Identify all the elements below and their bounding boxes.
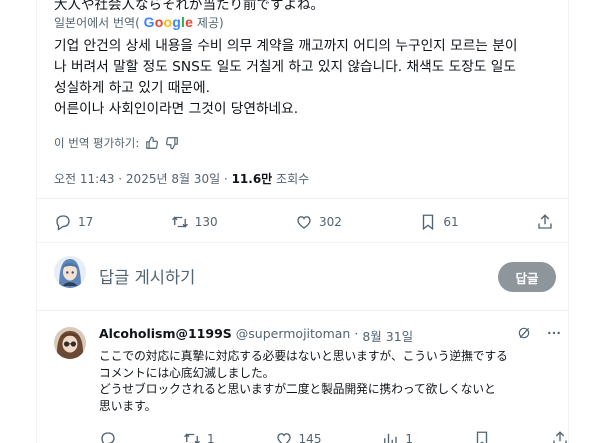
tweet-actions: 17 130 302 61 [54,213,554,231]
like-action[interactable]: 145 [275,430,322,443]
tweet-body-line: 나 버려서 말할 정도 SNS도 일도 거칠게 하고 있지 않습니다. 채색도 … [54,59,516,75]
repost-count: 130 [194,215,218,229]
tweet-meta: 오전 11:43 · 2025년 8월 30일 · 11.6만 조회수 [54,170,309,187]
views-action[interactable]: 1 [381,430,413,443]
reply-submit-button[interactable]: 답글 [498,262,556,292]
like-count: 145 [298,432,322,443]
reply-display-name[interactable]: Alcoholism@1199S [99,326,232,345]
grok-icon[interactable] [516,325,532,341]
repost-action[interactable]: 130 [171,213,218,231]
tweet-body-line: 어른이나 사회인이라면 그것이 당연하네요. [54,101,299,117]
like-action[interactable]: 302 [295,213,342,231]
reply-composer: 답글 게시하기 답글 [54,252,556,296]
reply-actions: 1 145 1 [99,430,569,443]
reply-header-icons [516,325,562,341]
avatar[interactable] [54,256,86,288]
reply-text: ここでの対応に真摯に対応する必要はないと思いますが、こういう逆撫でする コメント… [99,348,559,414]
repost-action[interactable]: 1 [183,430,215,443]
tweet-body: 기업 안건의 상세 내용을 수비 의무 계약을 깨고까지 어디의 누구인지 모르… [54,36,562,120]
more-icon[interactable] [546,325,562,341]
reply-header: Alcoholism@1199S @supermojitoman · 8월 31… [99,326,413,345]
like-icon [276,433,291,443]
reply-icon [56,215,70,231]
repost-icon [171,216,188,228]
reply-line: 思います。 [99,398,157,413]
views-count: 1 [405,432,414,443]
divider [37,242,568,243]
share-icon [538,214,552,229]
reply-line: どうせブロックされると思いますが二度と製品開発に携わって欲しくないと [99,382,496,396]
translated-from-label: 일본어에서 번역( [54,16,140,30]
views-label: 조회수 [272,172,310,186]
reply-handle[interactable]: @supermojitoman [236,326,351,345]
share-action[interactable] [536,213,554,231]
share-action[interactable] [551,430,569,443]
tweet-body-line: 기업 안건의 상세 내용을 수비 의무 계약을 깨고까지 어디의 누구인지 모르… [54,38,518,54]
tweet-column: 大人や社会人ならそれが当たり前ですよね。 일본어에서 번역( Google 제공… [36,0,569,443]
views-count: 11.6만 [231,172,273,186]
provided-label: 제공) [196,16,224,30]
thumb-down-icon[interactable] [165,136,179,150]
bookmark-action[interactable]: 61 [419,213,459,231]
like-icon [297,216,311,229]
reply-line: コメントには心底幻滅しました。 [99,365,275,380]
reply-input[interactable]: 답글 게시하기 [99,264,195,288]
thumb-up-icon[interactable] [145,136,159,150]
reply-action[interactable]: 17 [54,213,93,231]
repost-icon [183,433,200,443]
divider [37,310,568,311]
avatar[interactable] [54,327,86,359]
original-text-clipped: 大人や社会人ならそれが当たり前ですよね。 [54,0,324,13]
reply-count: 17 [78,215,94,229]
bookmark-icon [423,214,434,231]
reply-date[interactable]: 8월 31일 [362,326,413,345]
share-icon [553,431,567,443]
reply-icon [101,432,115,443]
reply-line: ここでの対応に真摯に対応する必要はないと思いますが、こういう逆撫でする [99,349,508,363]
like-count: 302 [319,215,342,229]
timestamp[interactable]: 오전 11:43 · 2025년 8월 30일 · [54,172,232,186]
views-icon [384,433,398,443]
tweet-body-line: 성실하게 하고 있기 때문에. [54,80,210,96]
rate-translation-label: 이 번역 평가하기: [54,136,140,150]
repost-count: 1 [206,432,215,443]
reply-action[interactable] [99,430,123,443]
bookmark-action[interactable] [473,430,491,443]
rate-translation: 이 번역 평가하기: [54,135,179,151]
bookmark-icon [476,431,488,443]
divider [37,198,568,199]
bookmark-count: 61 [443,215,459,229]
google-logo: Google [143,14,194,30]
translation-attribution: 일본어에서 번역( Google 제공) [54,14,224,31]
separator-dot: · [354,326,359,341]
